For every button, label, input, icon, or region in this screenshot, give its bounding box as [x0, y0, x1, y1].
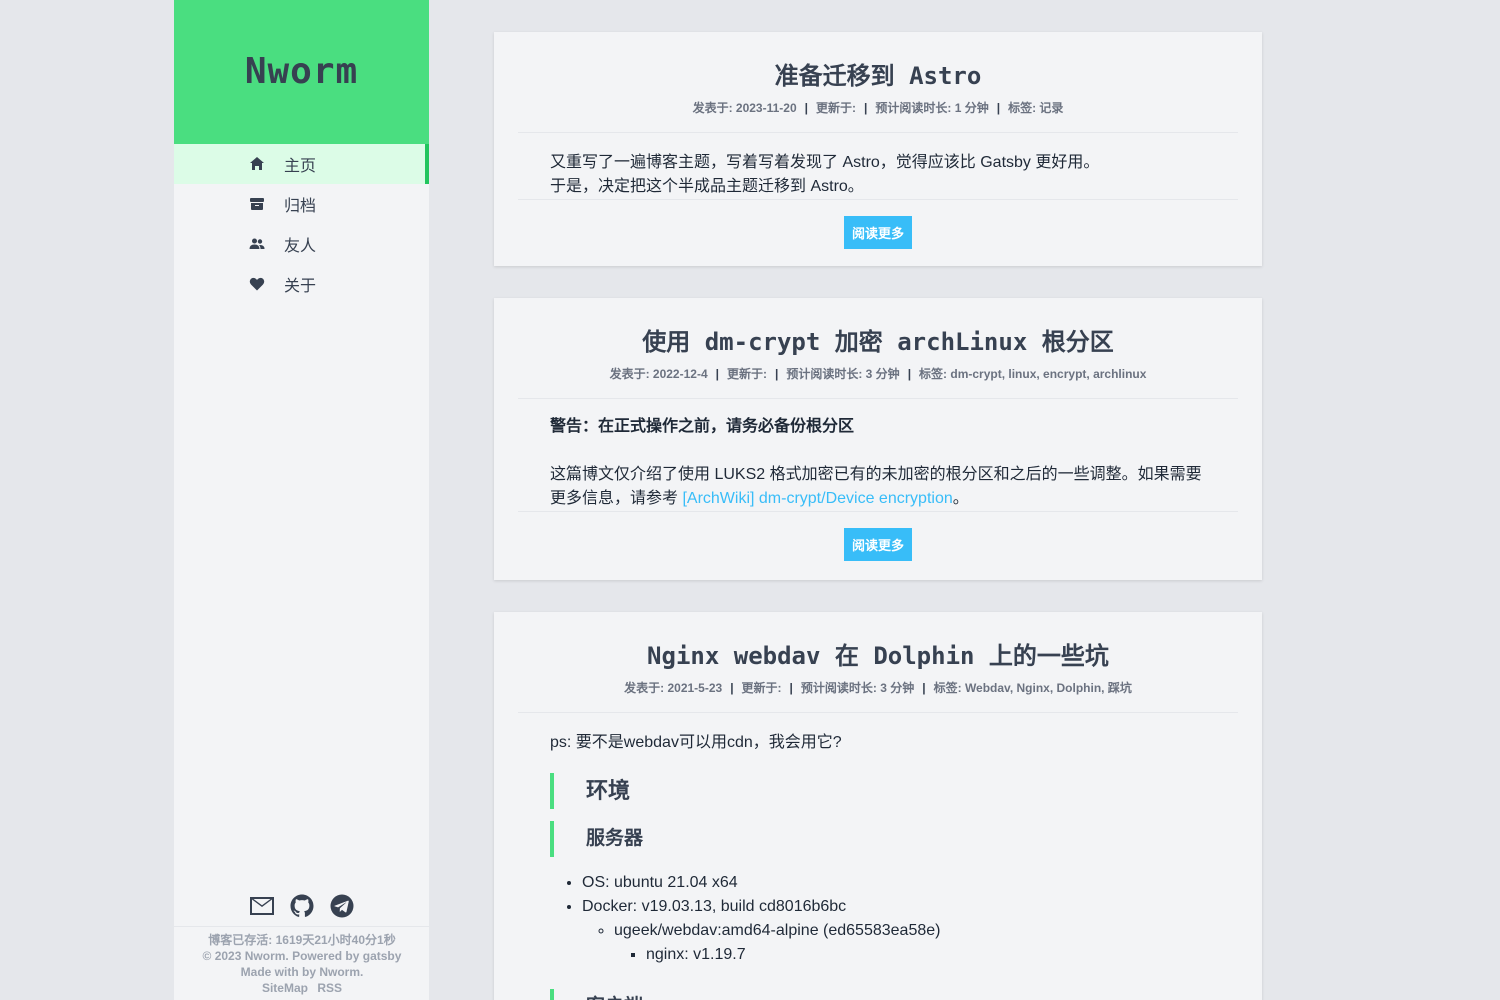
excerpt-line: 更多信息，请参考 [ArchWiki] dm-crypt/Device encr…: [550, 487, 1206, 511]
warning-text: 警告：在正式操作之前，请务必备份根分区: [550, 418, 855, 435]
post-reading-time: 预计阅读时长: 1 分钟: [875, 101, 989, 115]
post-title[interactable]: 使用 dm-crypt 加密 archLinux 根分区: [494, 322, 1262, 357]
post-card: 使用 dm-crypt 加密 archLinux 根分区 发表于: 2022-1…: [494, 298, 1262, 580]
post-excerpt: ps: 要不是webdav可以用cdn，我会用它? 环境 服务器 OS: ubu…: [494, 713, 1262, 1000]
read-more-button[interactable]: 阅读更多: [843, 216, 912, 249]
sidebar-footer: 博客已存活: 1619天21小时40分1秒 © 2023 Nworm. Powe…: [174, 932, 430, 996]
post-tags[interactable]: 标签: 记录: [1008, 101, 1063, 115]
meta-separator: |: [789, 681, 793, 695]
friends-icon: [248, 235, 266, 253]
post-title[interactable]: Nginx webdav 在 Dolphin 上的一些坑: [494, 636, 1262, 671]
github-icon[interactable]: [289, 893, 315, 919]
sitemap-link[interactable]: SiteMap: [262, 981, 308, 995]
post-published: 发表于: 2023-11-20: [692, 101, 797, 115]
post-tags[interactable]: 标签: dm-crypt, linux, encrypt, archlinux: [919, 367, 1146, 381]
site-title[interactable]: Nworm: [245, 51, 358, 92]
list-item: nginx: v1.19.7: [646, 943, 1206, 967]
post-published: 发表于: 2021-5-23: [624, 681, 723, 695]
list-item: OS: ubuntu 21.04 x64: [582, 871, 1206, 895]
nav-label-about: 关于: [284, 278, 317, 295]
meta-separator: |: [996, 101, 1001, 115]
excerpt-text: 。: [952, 490, 969, 507]
main-nav: 主页 归档 友人 关于: [174, 144, 429, 304]
home-icon: [248, 155, 266, 173]
nav-item-friends[interactable]: 友人: [174, 224, 429, 264]
archwiki-link[interactable]: [ArchWiki] dm-crypt/Device encryption: [682, 490, 952, 507]
read-more-area: 阅读更多: [518, 511, 1238, 585]
section-heading-server: 服务器: [550, 821, 1206, 857]
post-meta: 发表于: 2021-5-23 | 更新于: | 预计阅读时长: 3 分钟 | 标签: Web…: [494, 679, 1262, 696]
post-tags[interactable]: 标签: Webdav, Nginx, Dolphin, 踩坑: [934, 681, 1132, 695]
post-title[interactable]: 准备迁移到 Astro: [494, 56, 1262, 91]
rss-link[interactable]: RSS: [317, 981, 342, 995]
post-card: 准备迁移到 Astro 发表于: 2023-11-20 | 更新于: | 预计阅读时长:…: [494, 32, 1262, 266]
brand-header: Nworm: [174, 0, 429, 144]
post-meta: 发表于: 2022-12-4 | 更新于: | 预计阅读时长: 3 分钟 | 标签: dm-…: [494, 365, 1262, 382]
section-heading-client: 客户端: [550, 989, 1206, 1000]
meta-separator: |: [774, 367, 779, 381]
excerpt-line: 又重写了一遍博客主题，写着写着发现了 Astro，觉得应该比 Gatsby 更好…: [550, 154, 1100, 171]
nav-item-home[interactable]: 主页: [174, 144, 429, 184]
excerpt-line: 于是，决定把这个半成品主题迁移到 Astro。: [550, 178, 864, 195]
post-reading-time: 预计阅读时长: 3 分钟: [786, 367, 900, 381]
uptime-text: 博客已存活: 1619天21小时40分1秒: [208, 933, 396, 947]
meta-separator: |: [715, 367, 719, 381]
nav-label-archive: 归档: [284, 198, 317, 215]
meta-separator: |: [907, 367, 912, 381]
post-card: Nginx webdav 在 Dolphin 上的一些坑 发表于: 2021-5…: [494, 612, 1262, 1000]
meta-separator: |: [922, 681, 926, 695]
post-updated: 更新于:: [726, 367, 767, 381]
post-updated: 更新于:: [741, 681, 782, 695]
excerpt-text: 更多信息，请参考: [550, 490, 683, 507]
post-meta: 发表于: 2023-11-20 | 更新于: | 预计阅读时长: 1 分钟 | 标签: 记录: [494, 99, 1262, 116]
nav-label-friends: 友人: [284, 238, 317, 255]
meta-separator: |: [864, 101, 868, 115]
sidebar: Nworm 主页 归档 友人 关于 博客已存活: 1619天21小时40分1秒 …: [174, 0, 430, 1000]
list-item: Docker: v19.03.13, build cd8016b6bc ugee…: [582, 895, 1206, 967]
server-spec-list: OS: ubuntu 21.04 x64 Docker: v19.03.13, …: [550, 871, 1206, 967]
mail-icon[interactable]: [249, 893, 275, 919]
archive-icon: [248, 195, 266, 213]
list-item: ugeek/webdav:amd64-alpine (ed65583ea58e)…: [614, 919, 1206, 967]
post-reading-time: 预计阅读时长: 3 分钟: [800, 681, 915, 695]
nav-item-about[interactable]: 关于: [174, 264, 429, 304]
sub-list: ugeek/webdav:amd64-alpine (ed65583ea58e)…: [582, 919, 1206, 967]
copyright-text: © 2023 Nworm. Powered by gatsby: [202, 949, 402, 963]
read-more-button[interactable]: 阅读更多: [843, 528, 912, 561]
made-with-text: Made with by Nworm.: [240, 965, 364, 979]
list-item-text: Docker: v19.03.13, build cd8016b6bc: [582, 898, 847, 915]
meta-separator: |: [804, 101, 808, 115]
excerpt-line: 这篇博文仅介绍了使用 LUKS2 格式加密已有的未加密的根分区和之后的一些调整。…: [550, 466, 1202, 483]
nav-label-home: 主页: [284, 158, 317, 175]
read-more-area: 阅读更多: [518, 199, 1238, 273]
social-links: [174, 893, 430, 919]
section-heading-env: 环境: [550, 773, 1206, 809]
sub-sub-list: nginx: v1.19.7: [614, 943, 1206, 967]
post-excerpt: 又重写了一遍博客主题，写着写着发现了 Astro，觉得应该比 Gatsby 更好…: [494, 133, 1262, 199]
nav-item-archive[interactable]: 归档: [174, 184, 429, 224]
post-published: 发表于: 2022-12-4: [609, 367, 708, 381]
footer-divider: [174, 926, 430, 927]
post-updated: 更新于:: [816, 101, 856, 115]
intro-text: ps: 要不是webdav可以用cdn，我会用它?: [550, 734, 842, 751]
heart-icon: [248, 275, 266, 293]
post-excerpt: 警告：在正式操作之前，请务必备份根分区 这篇博文仅介绍了使用 LUKS2 格式加…: [494, 399, 1262, 511]
list-item-text: ugeek/webdav:amd64-alpine (ed65583ea58e): [614, 922, 941, 939]
footer-links: SiteMap RSS: [174, 980, 430, 996]
telegram-icon[interactable]: [329, 893, 355, 919]
meta-separator: |: [730, 681, 734, 695]
